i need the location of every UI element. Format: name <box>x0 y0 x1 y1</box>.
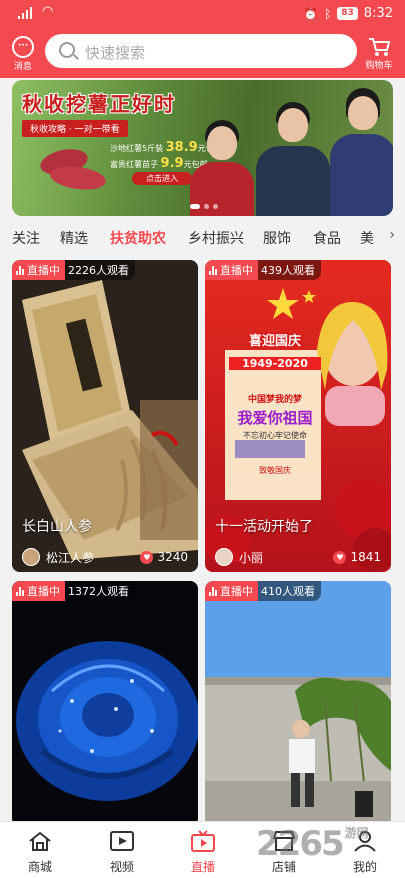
tab-rural-revival[interactable]: 乡村振兴 <box>188 228 244 248</box>
banner-title: 秋收挖薯正好时 <box>22 92 176 116</box>
nav-live[interactable]: 直播 <box>173 830 233 875</box>
live-badge: 直播中 439人观看 <box>205 260 321 280</box>
nav-video[interactable]: 视频 <box>92 830 152 875</box>
poster-extra: 致敬国庆 <box>259 466 291 475</box>
tab-poverty-relief[interactable]: 扶贫助农 <box>110 228 166 248</box>
avatar <box>22 548 40 566</box>
tab-featured[interactable]: 精选 <box>60 228 88 248</box>
card-author[interactable]: 松江人参 <box>22 548 94 566</box>
poster-dream: 中国梦我的梦 <box>247 395 302 405</box>
banner-pagination <box>190 204 218 209</box>
top-header: ◠ ⏰ ᛒ 83 8:32 ··· 消息 快速搜索 购物车 <box>0 0 405 78</box>
nav-mall[interactable]: 商城 <box>10 830 70 875</box>
heart-icon: ♥ <box>140 550 154 564</box>
live-card-ginseng[interactable]: 直播中 2226人观看 长白山人参 松江人参 ♥ 3240 <box>12 260 198 572</box>
wifi-icon: ◠ <box>42 4 54 19</box>
live-badge: 直播中 1372人观看 <box>12 581 135 601</box>
home-icon <box>29 831 51 851</box>
poster-sub: 不忘初心牢记使命 <box>243 431 307 440</box>
poster-main: 我爱你祖国 <box>237 409 313 427</box>
viewer-count: 410人观看 <box>258 581 321 601</box>
chevron-right-icon[interactable]: › <box>389 227 395 243</box>
banner-person-1 <box>190 120 254 216</box>
banner-person-3 <box>330 88 393 216</box>
site-watermark: 2265 游网 <box>256 824 369 864</box>
banner-person-2 <box>256 102 330 216</box>
tv-icon <box>191 830 215 852</box>
avatar <box>215 548 233 566</box>
tab-beauty[interactable]: 美 <box>360 228 374 248</box>
viewer-count: 439人观看 <box>258 260 321 280</box>
like-count: ♥ 1841 <box>333 550 381 564</box>
video-icon <box>110 831 134 851</box>
tab-follow[interactable]: 关注 <box>12 228 40 248</box>
search-placeholder: 快速搜索 <box>85 44 146 62</box>
banner-enter-button[interactable]: 点击进入 <box>132 172 192 185</box>
card-author[interactable]: 小丽 <box>215 548 263 566</box>
card-title: 长白山人参 <box>22 519 92 535</box>
cart-button[interactable]: 购物车 <box>361 36 397 71</box>
blue-rose-image <box>12 581 198 826</box>
cart-label: 购物车 <box>365 61 393 71</box>
viewer-count: 2226人观看 <box>65 260 135 280</box>
promo-banner[interactable]: 秋收挖薯正好时 秋收攻略 · 一对一带看 沙地红薯5斤装 38.9元包邮 富贵红… <box>12 80 393 216</box>
poster-text-block: 喜迎国庆 1949-2020 中国梦我的梦 我爱你祖国 不忘初心牢记使命 致敬国… <box>229 330 321 476</box>
card-title: 十一活动开始了 <box>215 519 313 535</box>
live-card-blue-rose[interactable]: 直播中 1372人观看 <box>12 581 198 826</box>
live-badge: 直播中 2226人观看 <box>12 260 135 280</box>
live-badge: 直播中 410人观看 <box>205 581 321 601</box>
alarm-icon: ⏰ <box>303 6 319 21</box>
status-time: 8:32 <box>363 6 393 21</box>
tab-clothing[interactable]: 服饰 <box>263 228 291 248</box>
live-card-outdoor[interactable]: 直播中 410人观看 <box>205 581 391 826</box>
sweet-potato-image <box>40 149 106 190</box>
category-tabs: 关注 精选 扶贫助农 乡村振兴 服饰 食品 美 › <box>0 224 405 252</box>
message-icon: ··· <box>12 36 34 58</box>
battery-indicator: 83 <box>337 7 358 20</box>
status-bar: ◠ ⏰ ᛒ 83 8:32 <box>0 0 405 28</box>
banner-subtitle: 秋收攻略 · 一对一带看 <box>22 120 128 137</box>
message-label: 消息 <box>13 62 32 72</box>
outdoor-scene-image <box>205 581 391 826</box>
bluetooth-icon: ᛒ <box>324 6 332 21</box>
tab-food[interactable]: 食品 <box>313 228 341 248</box>
poster-years: 1949-2020 <box>229 357 321 370</box>
live-card-national-day[interactable]: 喜迎国庆 1949-2020 中国梦我的梦 我爱你祖国 不忘初心牢记使命 致敬国… <box>205 260 391 572</box>
like-count: ♥ 3240 <box>140 550 188 564</box>
message-button[interactable]: ··· 消息 <box>8 36 38 72</box>
heart-icon: ♥ <box>333 550 347 564</box>
poster-title: 喜迎国庆 <box>248 334 301 349</box>
cart-icon <box>369 38 391 56</box>
search-input[interactable]: 快速搜索 <box>45 34 357 68</box>
signal-icon <box>18 7 32 19</box>
search-icon <box>59 42 75 58</box>
viewer-count: 1372人观看 <box>65 581 135 601</box>
